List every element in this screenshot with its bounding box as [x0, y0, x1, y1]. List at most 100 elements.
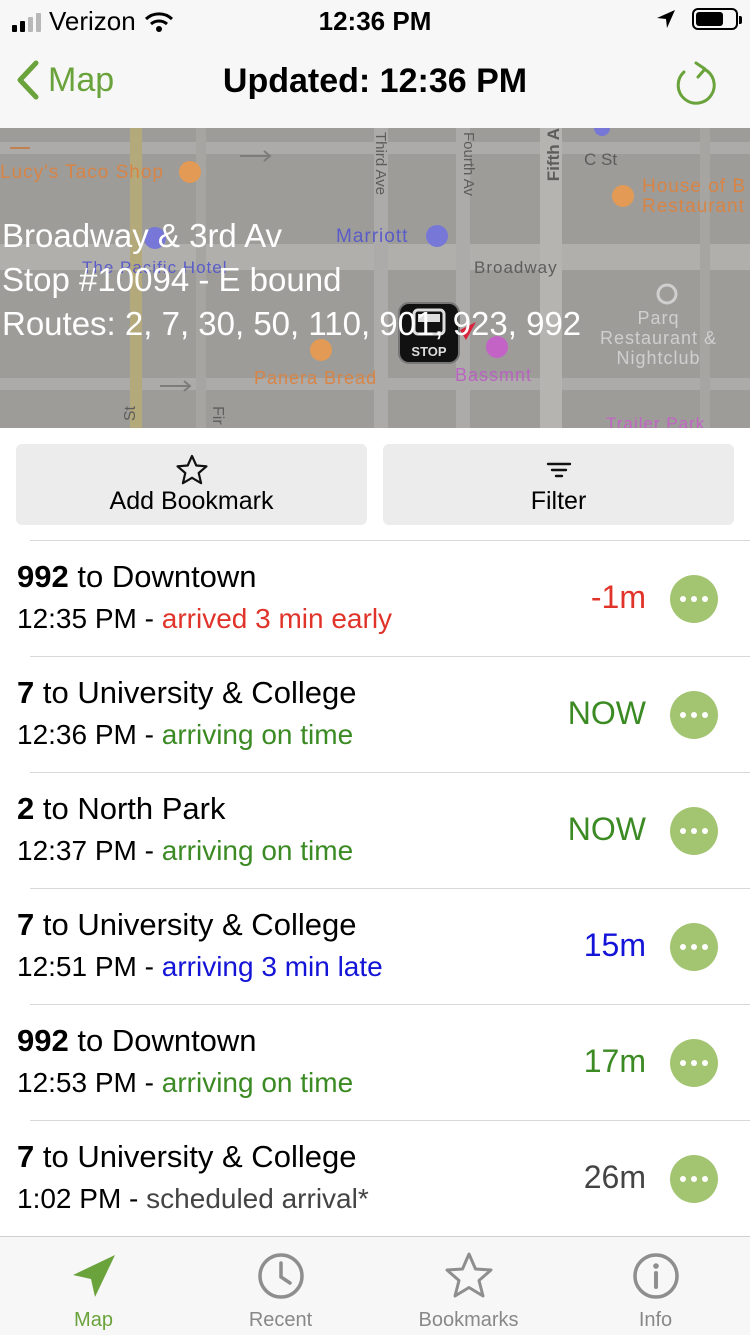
ellipsis-dot: [702, 1176, 708, 1182]
arrival-row[interactable]: 2 to North Park 12:37 PM - arriving on ti…: [17, 772, 750, 888]
arrival-route: 7 to University & College: [17, 675, 356, 711]
arrival-eta: 26m: [583, 1159, 646, 1195]
map-label-parq-line2: Restaurant &: [600, 328, 718, 348]
arrival-detail: 12:37 PM - arriving on time: [17, 835, 353, 867]
arrival-row[interactable]: 7 to University & College 12:51 PM - arri…: [17, 888, 750, 1004]
map-label-fourth: Fourth Av: [460, 132, 477, 196]
navigation-bar: Map Updated: 12:36 PM: [0, 40, 750, 128]
route-number: 7: [17, 907, 35, 942]
route-number: 992: [17, 1023, 69, 1058]
arrival-detail: 12:53 PM - arriving on time: [17, 1067, 353, 1099]
arrival-time: 1:02 PM: [17, 1183, 122, 1214]
ellipsis-dot: [702, 712, 708, 718]
add-bookmark-button[interactable]: Add Bookmark: [16, 444, 367, 525]
more-options-button[interactable]: [670, 923, 718, 971]
route-number: 7: [17, 675, 35, 710]
map-label-lucys: Lucy's Taco Shop: [0, 162, 164, 183]
filter-icon: [546, 462, 571, 478]
arrival-row[interactable]: 7 to University & College 1:02 PM - sched…: [17, 1120, 750, 1236]
ellipsis-icon: [680, 1060, 686, 1066]
map-label-st: St: [122, 406, 139, 422]
route-destination: to University & College: [34, 907, 357, 942]
route-number: 2: [17, 791, 35, 826]
map-label-fifth: Fifth A: [544, 128, 563, 182]
more-options-button[interactable]: [670, 1039, 718, 1087]
arrival-status: arriving 3 min late: [161, 951, 383, 982]
clock-icon: [257, 1253, 304, 1299]
ellipsis-dot: [691, 712, 697, 718]
arrival-separator: -: [136, 835, 162, 866]
more-options-button[interactable]: [670, 1155, 718, 1203]
status-right: [656, 8, 742, 30]
tab-map-label: Map: [74, 1309, 113, 1331]
ellipsis-dot: [702, 1060, 708, 1066]
arrival-time: 12:53 PM: [17, 1067, 137, 1098]
map-label-third: Third Ave: [372, 132, 389, 196]
arrival-eta: NOW: [567, 811, 646, 847]
map-label-house: House of B: [642, 176, 746, 197]
route-number: 992: [17, 559, 69, 594]
arrival-eta: -1m: [590, 579, 646, 615]
arrival-status: scheduled arrival*: [146, 1183, 369, 1214]
arrival-time: 12:51 PM: [17, 951, 137, 982]
arrival-detail: 1:02 PM - scheduled arrival*: [17, 1183, 369, 1215]
arrival-time: 12:36 PM: [17, 719, 137, 750]
arrival-detail: 12:51 PM - arriving 3 min late: [17, 951, 383, 983]
arrival-row[interactable]: 7 to University & College 12:36 PM - arri…: [17, 656, 750, 772]
arrival-detail: 12:35 PM - arrived 3 min early: [17, 603, 392, 635]
route-number: 7: [17, 1139, 35, 1174]
more-options-button[interactable]: [670, 691, 718, 739]
refresh-button[interactable]: [674, 60, 718, 113]
arrival-status: arrived 3 min early: [161, 603, 393, 634]
ellipsis-dot: [691, 828, 697, 834]
more-options-button[interactable]: [670, 807, 718, 855]
status-time: 12:36 PM: [318, 6, 432, 36]
stop-number: Stop #10094 - E bound: [2, 261, 342, 298]
add-bookmark-label: Add Bookmark: [109, 487, 274, 515]
tab-recent-label: Recent: [248, 1309, 313, 1331]
arrival-separator: -: [121, 1183, 147, 1214]
tab-bookmarks-label: Bookmarks: [418, 1309, 519, 1331]
tab-recent[interactable]: Recent: [187, 1237, 374, 1335]
tab-bookmarks[interactable]: Bookmarks: [375, 1237, 562, 1335]
arrival-status: arriving on time: [161, 835, 354, 866]
map-label-cst: C St: [584, 150, 618, 169]
ellipsis-dot: [702, 596, 708, 602]
arrival-route: 992 to Downtown: [17, 559, 257, 595]
ellipsis-dot: [691, 1060, 697, 1066]
arrivals-list: 992 to Downtown 12:35 PM - arrived 3 min …: [0, 540, 750, 1236]
ellipsis-dot: [691, 944, 697, 950]
ellipsis-icon: [680, 712, 686, 718]
route-destination: to Downtown: [68, 1023, 257, 1058]
location-arrow-icon: [72, 1255, 115, 1297]
arrival-separator: -: [136, 1067, 162, 1098]
route-destination: to University & College: [34, 675, 357, 710]
arrival-separator: -: [136, 719, 162, 750]
battery-icon: [692, 8, 742, 30]
map-label-parq-line1: Parq: [637, 308, 680, 328]
filter-button[interactable]: Filter: [383, 444, 734, 525]
tab-info[interactable]: Info: [562, 1237, 749, 1335]
arrival-status: arriving on time: [161, 1067, 354, 1098]
arrival-route: 2 to North Park: [17, 791, 226, 827]
ellipsis-icon: [680, 596, 686, 602]
arrival-separator: -: [136, 603, 162, 634]
arrival-row[interactable]: 992 to Downtown 12:53 PM - arriving on ti…: [17, 1004, 750, 1120]
more-options-button[interactable]: [670, 575, 718, 623]
arrival-row[interactable]: 992 to Downtown 12:35 PM - arrived 3 min …: [17, 540, 750, 656]
tab-map[interactable]: Map: [0, 1237, 187, 1335]
tab-info-label: Info: [638, 1309, 673, 1331]
arrival-eta: NOW: [567, 695, 646, 731]
map-view[interactable]: Lucy's Taco Shop House of B Restaurant M…: [0, 128, 750, 428]
arrival-eta: 15m: [583, 927, 646, 963]
ellipsis-dot: [691, 1176, 697, 1182]
arrival-separator: -: [136, 951, 162, 982]
arrival-route: 992 to Downtown: [17, 1023, 257, 1059]
ellipsis-dot: [702, 828, 708, 834]
stop-routes: Routes: 2, 7, 30, 50, 110, 901, 923, 992: [2, 305, 582, 342]
ellipsis-dot: [702, 944, 708, 950]
location-services-icon: [657, 10, 675, 28]
star-icon: [445, 1252, 492, 1298]
route-destination: to University & College: [34, 1139, 357, 1174]
stop-name: Broadway & 3rd Av: [2, 217, 283, 254]
